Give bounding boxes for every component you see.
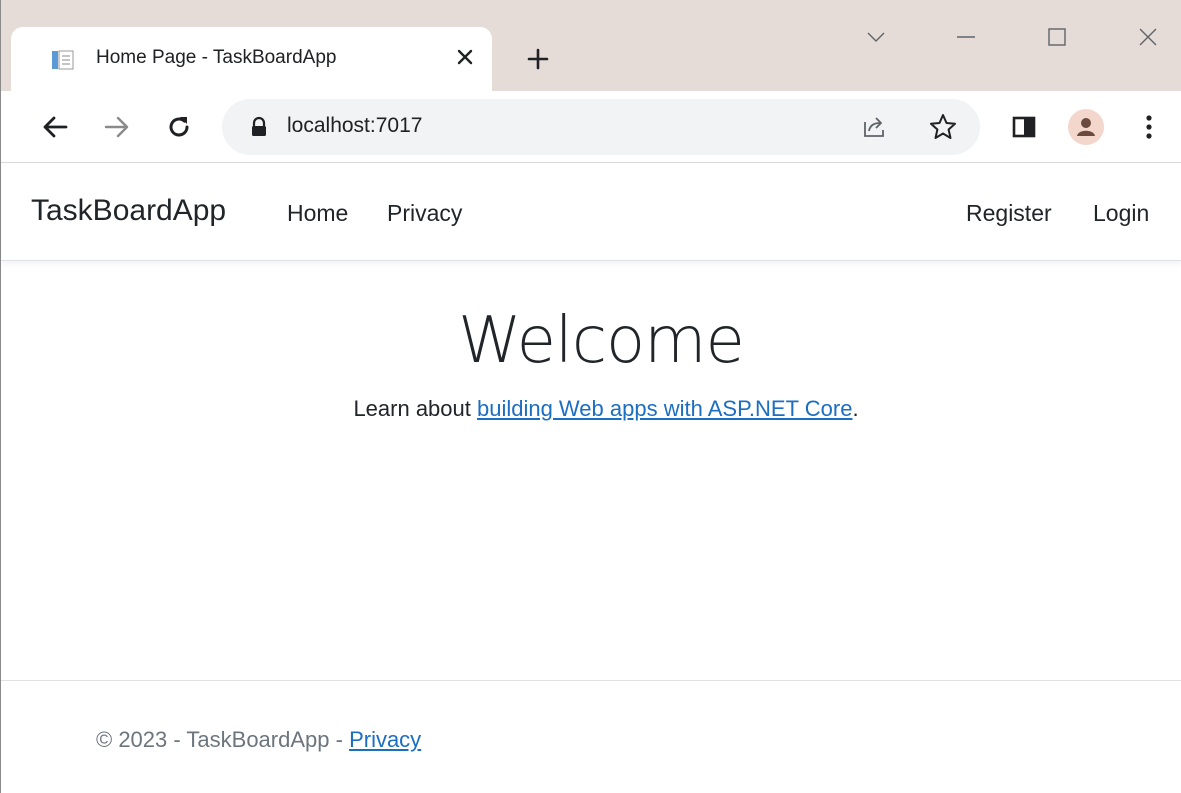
minimize-icon[interactable] xyxy=(943,14,989,60)
browser-toolbar: localhost:7017 xyxy=(1,91,1181,163)
kebab-menu-icon[interactable] xyxy=(1129,107,1169,147)
footer-privacy-link[interactable]: Privacy xyxy=(349,727,421,752)
arrow-right-icon[interactable] xyxy=(97,107,137,147)
maximize-icon[interactable] xyxy=(1034,14,1080,60)
tab-home-page[interactable]: Home Page - TaskBoardApp xyxy=(11,27,492,91)
chevron-down-icon[interactable] xyxy=(853,14,899,60)
tab-strip: Home Page - TaskBoardApp xyxy=(1,0,1181,91)
arrow-left-icon[interactable] xyxy=(35,107,75,147)
learn-prefix: Learn about xyxy=(353,396,477,421)
address-bar[interactable]: localhost:7017 xyxy=(222,99,980,155)
document-favicon-icon xyxy=(51,49,75,71)
nav-privacy-link[interactable]: Privacy xyxy=(387,200,462,227)
nav-home-link[interactable]: Home xyxy=(287,200,348,227)
learn-suffix: . xyxy=(852,396,859,421)
plus-icon[interactable] xyxy=(522,43,554,75)
browser-window: Home Page - TaskBoardApp localhost:7017 … xyxy=(0,0,1181,793)
url-text[interactable]: localhost:7017 xyxy=(287,114,422,138)
nav-register-link[interactable]: Register xyxy=(966,200,1052,227)
site-footer: © 2023 - TaskBoardApp - Privacy xyxy=(1,680,1181,793)
nav-login-link[interactable]: Login xyxy=(1093,200,1149,227)
page-heading: Welcome xyxy=(458,304,745,378)
avatar-icon[interactable] xyxy=(1066,107,1106,147)
aspnet-docs-link[interactable]: building Web apps with ASP.NET Core xyxy=(477,396,852,421)
reload-icon[interactable] xyxy=(159,107,199,147)
share-icon[interactable] xyxy=(860,113,888,141)
star-icon[interactable] xyxy=(928,112,958,142)
web-page: TaskBoardApp Home Privacy Register Login… xyxy=(1,164,1181,793)
side-panel-icon[interactable] xyxy=(1004,107,1044,147)
brand-link[interactable]: TaskBoardApp xyxy=(31,194,226,228)
learn-paragraph: Learn about building Web apps with ASP.N… xyxy=(1,396,1181,422)
lock-icon[interactable] xyxy=(248,116,270,138)
close-icon[interactable] xyxy=(1125,14,1171,60)
footer-copyright: © 2023 - TaskBoardApp - xyxy=(96,727,350,752)
site-navbar: TaskBoardApp Home Privacy Register Login xyxy=(1,164,1181,261)
tab-title: Home Page - TaskBoardApp xyxy=(96,47,337,68)
footer-text: © 2023 - TaskBoardApp - Privacy xyxy=(96,727,421,753)
close-icon[interactable] xyxy=(451,43,479,71)
